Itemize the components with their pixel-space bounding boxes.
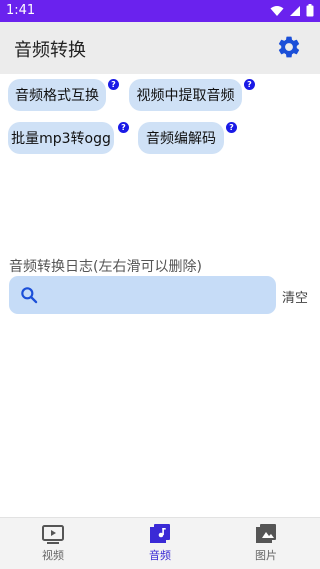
battery-icon [306,4,314,17]
search-input[interactable] [49,284,273,308]
chip-label: 音频编解码 [146,131,216,147]
status-time: 1:41 [6,3,36,18]
video-icon [42,525,64,544]
chip-label: 视频中提取音频 [136,88,235,104]
page-title: 音频转换 [14,40,86,61]
nav-item-image[interactable]: 图片 [236,524,296,566]
clear-button[interactable]: 清空 [282,287,308,306]
image-icon [256,524,276,543]
chip-label: 批量mp3转ogg [11,131,111,147]
nav-item-video[interactable]: 视频 [23,524,83,566]
settings-gear-icon[interactable] [276,34,302,60]
search-box[interactable] [9,276,276,314]
nav-label-audio: 音频 [149,549,171,562]
chip-audio-format-convert[interactable]: 音频格式互换 [8,79,106,111]
music-icon [150,524,170,543]
chip-label: 音频格式互换 [15,88,99,104]
bottom-nav: 视频 音频 图片 [0,517,320,569]
chip-audio-codec[interactable]: 音频编解码 [138,122,224,154]
log-section-label: 音频转换日志(左右滑可以删除) [9,259,202,275]
nav-label-video: 视频 [42,549,64,562]
status-icons [270,4,314,17]
nav-label-image: 图片 [255,549,277,562]
chip-batch-mp3-to-ogg[interactable]: 批量mp3转ogg [8,122,114,154]
search-icon [21,287,38,304]
status-bar: 1:41 [0,0,320,22]
help-icon[interactable]: ? [108,79,119,90]
help-icon[interactable]: ? [226,122,237,133]
help-icon[interactable]: ? [118,122,129,133]
signal-icon [290,5,300,16]
chip-extract-audio-from-video[interactable]: 视频中提取音频 [129,79,242,111]
wifi-icon [270,5,284,16]
help-icon[interactable]: ? [244,79,255,90]
app-bar: 音频转换 [0,22,320,74]
nav-item-audio[interactable]: 音频 [130,524,190,566]
